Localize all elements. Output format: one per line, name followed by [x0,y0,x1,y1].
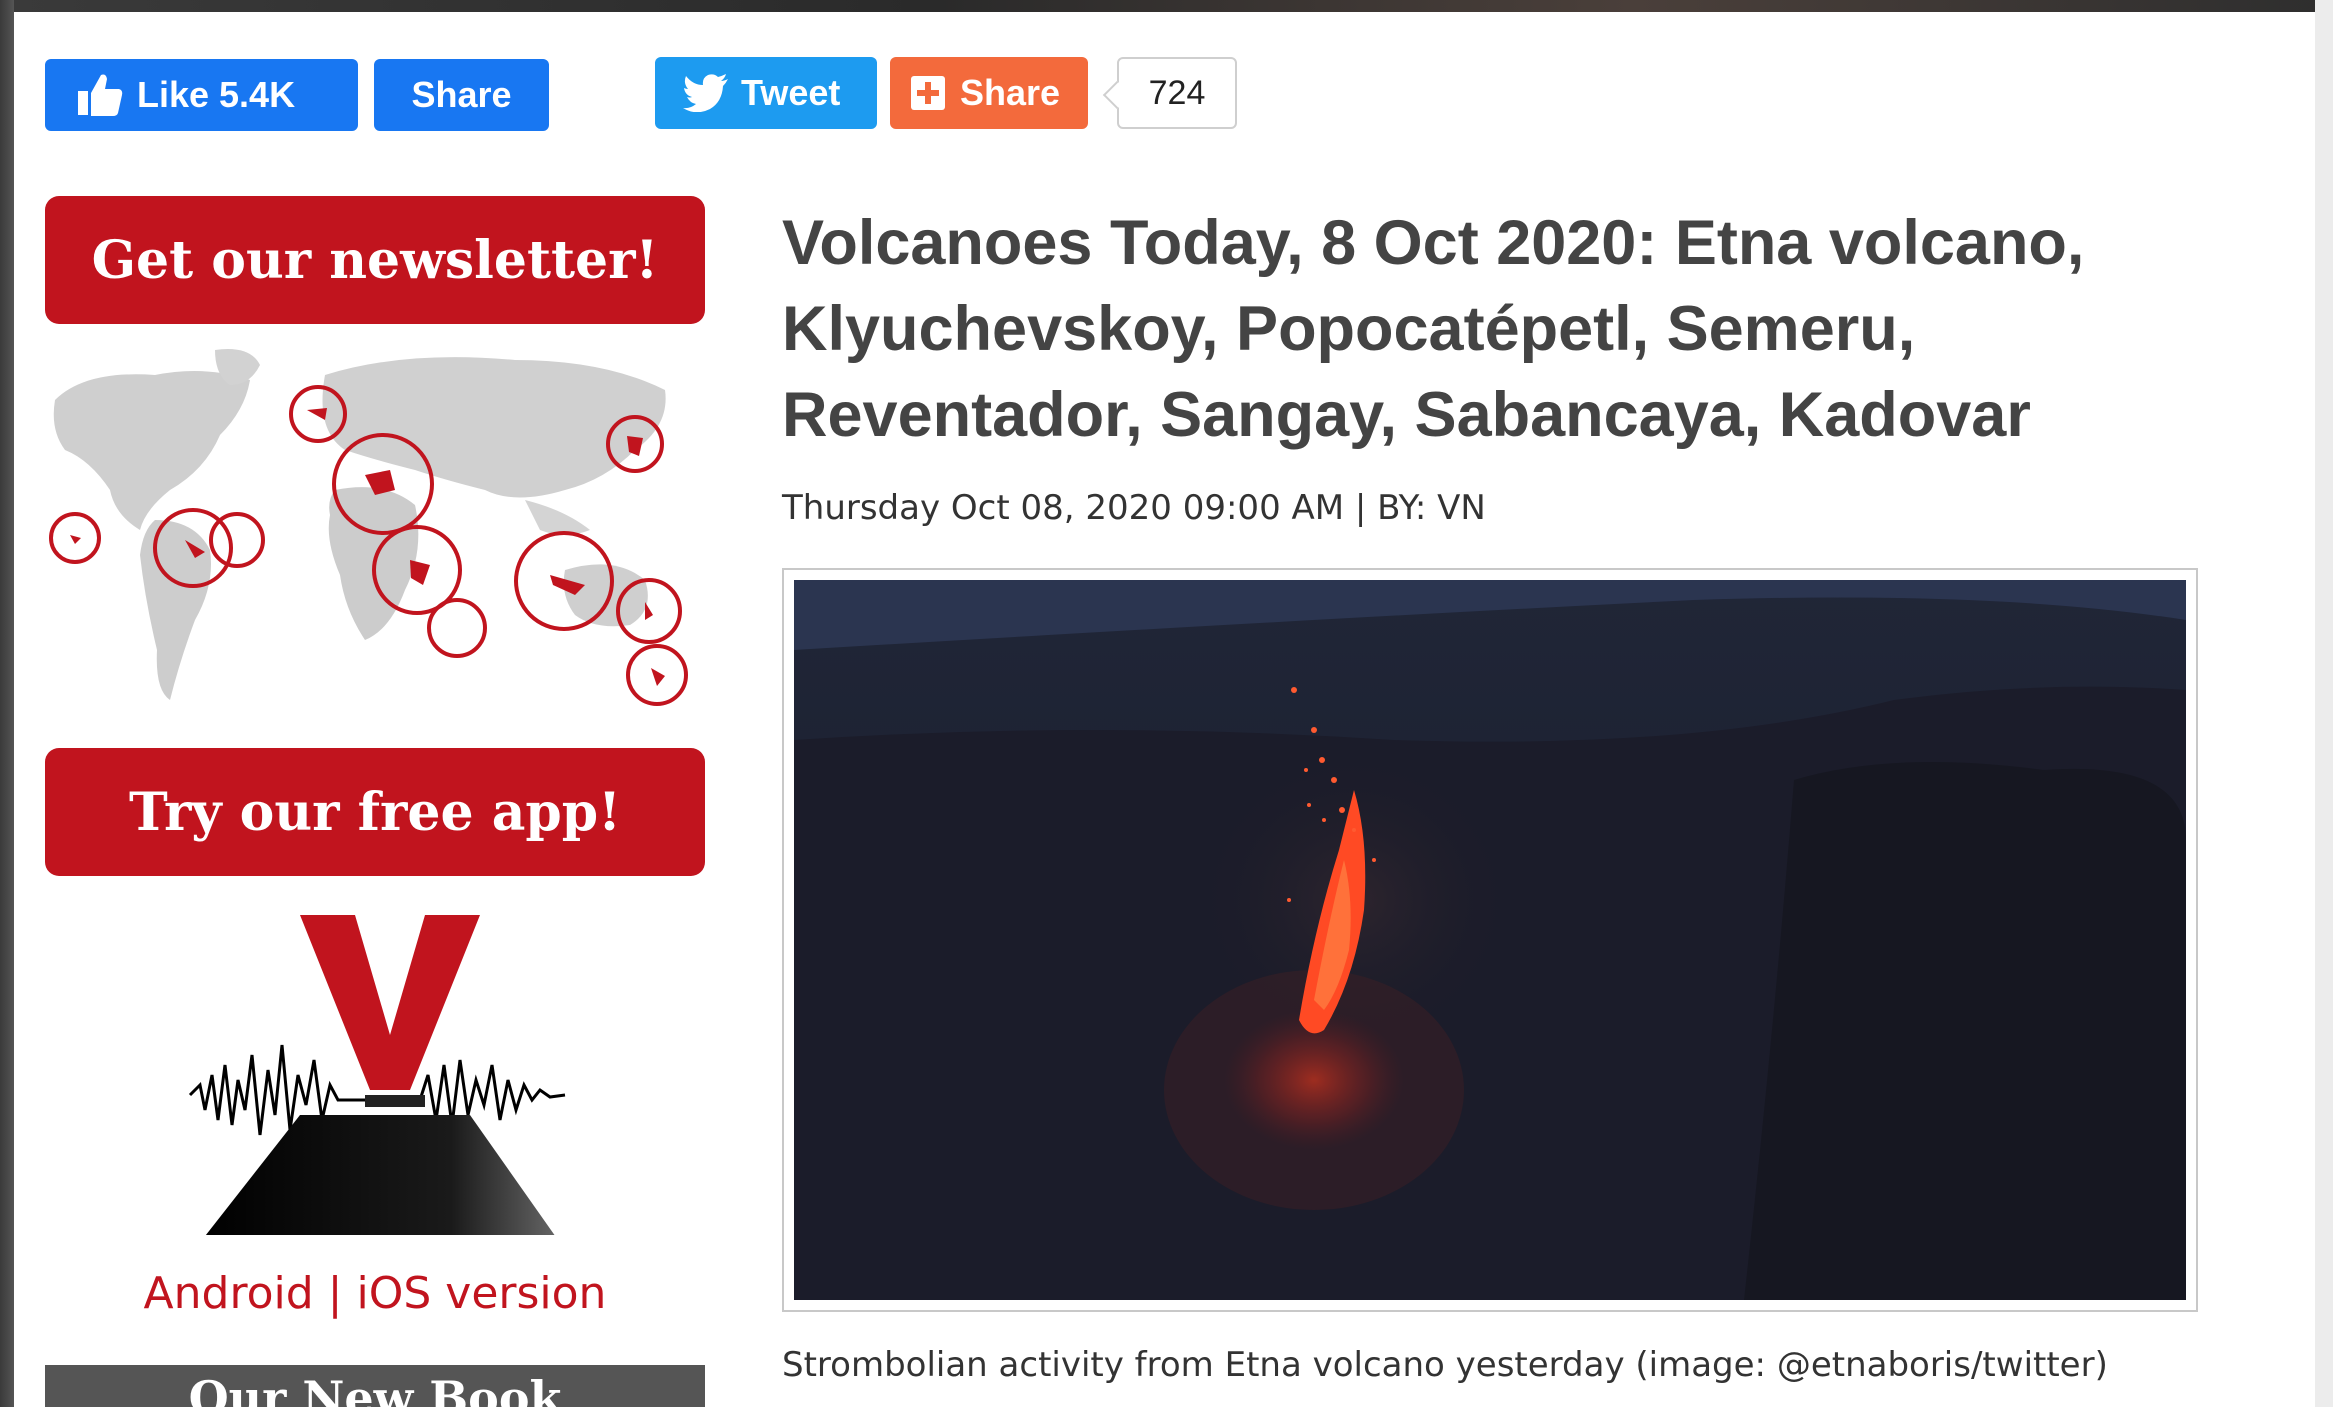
volcano-logo-icon [188,915,566,1235]
newsletter-button[interactable]: Get our newsletter! [45,196,705,324]
android-link[interactable]: Android [144,1268,314,1319]
tweet-button[interactable]: Tweet [655,57,877,129]
browser-top-edge [0,0,2333,12]
plus-box-icon [910,75,946,111]
scrollbar-track[interactable] [2315,0,2333,1407]
twitter-bird-icon [683,74,729,112]
share-label: Share [960,72,1061,113]
thumbs-up-icon [77,73,123,117]
article-photo[interactable] [782,568,2198,1312]
photo-caption: Strombolian activity from Etna volcano y… [782,1345,2108,1385]
etna-eruption-photo [794,580,2186,1300]
window-left-edge [0,0,14,1407]
article-title: Volcanoes Today, 8 Oct 2020: Etna volcan… [782,208,2085,450]
link-separator: | [327,1268,343,1319]
facebook-like-label: Like 5.4K [137,74,296,115]
book-heading: Our New Book [188,1371,562,1407]
facebook-share-label: Share [411,74,512,115]
ios-link[interactable]: iOS version [357,1268,607,1319]
book-heading-bar[interactable]: Our New Book [45,1365,705,1407]
share-count: 724 [1117,57,1237,129]
share-button[interactable]: Share [890,57,1088,129]
facebook-like-button[interactable]: Like 5.4K [45,59,358,131]
world-map-icon[interactable] [45,340,705,720]
free-app-button[interactable]: Try our free app! [45,748,705,876]
app-links: Android | iOS version [45,1268,705,1319]
facebook-share-button[interactable]: Share [374,59,549,131]
article-meta: Thursday Oct 08, 2020 09:00 AM | BY: VN [782,488,1486,528]
tweet-label: Tweet [741,72,841,113]
